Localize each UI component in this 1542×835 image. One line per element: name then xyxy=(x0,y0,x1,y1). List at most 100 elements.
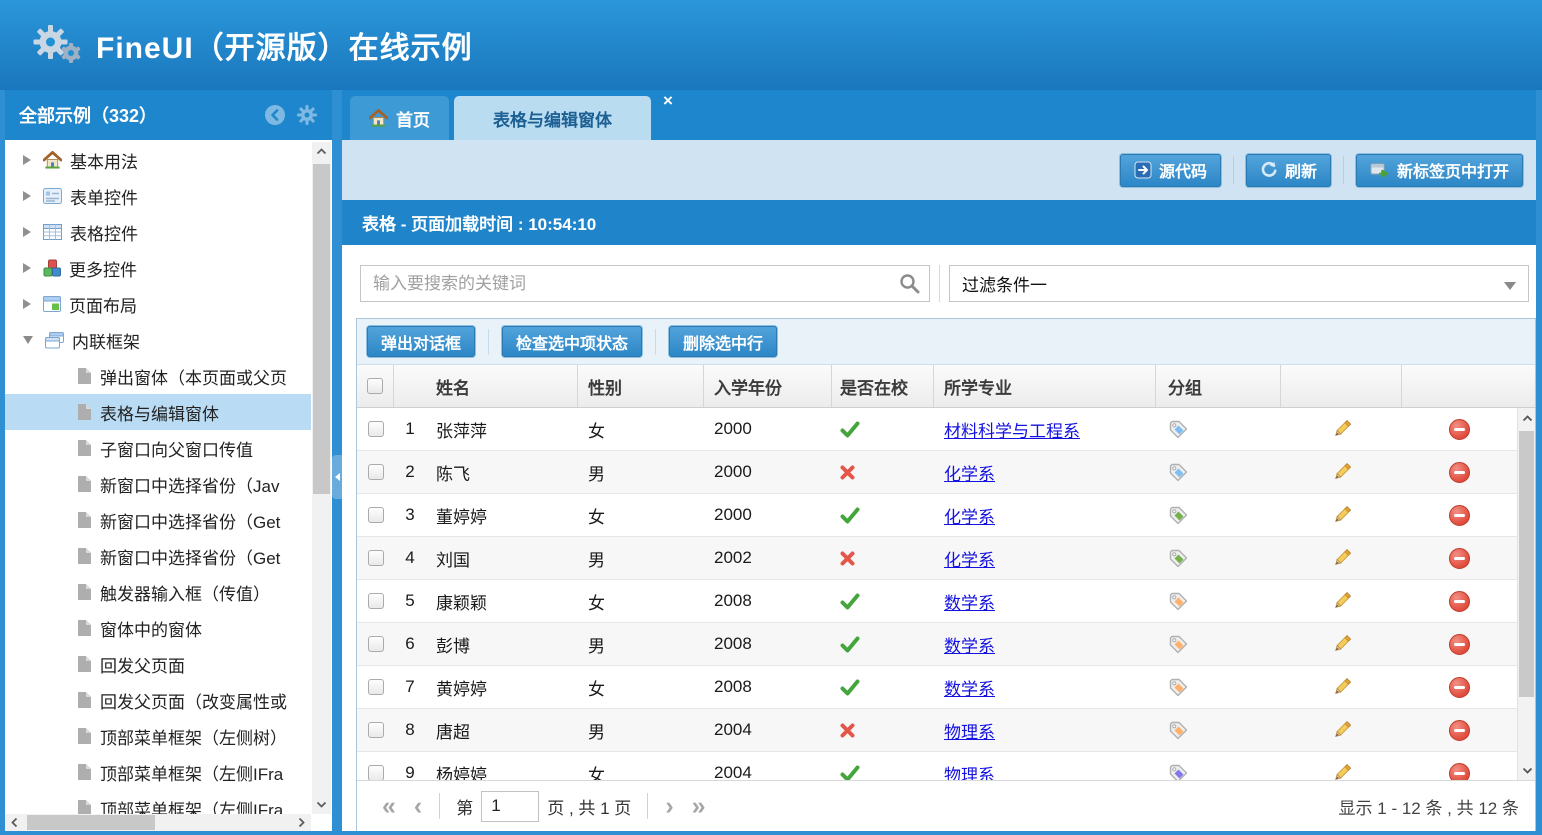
sidebar-tree-item[interactable]: 更多控件 xyxy=(5,250,311,286)
last-page-icon[interactable] xyxy=(692,794,706,819)
sidebar-leaf-item[interactable]: 子窗口向父窗口传值 xyxy=(5,430,311,466)
delete-row-icon[interactable] xyxy=(1449,677,1470,698)
page-number-input[interactable] xyxy=(481,791,539,822)
sidebar-vertical-scrollbar[interactable] xyxy=(312,142,331,814)
major-link[interactable]: 数学系 xyxy=(944,675,995,700)
row-checkbox[interactable] xyxy=(368,722,384,738)
major-link[interactable]: 物理系 xyxy=(944,718,995,743)
major-link[interactable]: 物理系 xyxy=(944,761,995,781)
sidebar-leaf-item[interactable]: 触发器输入框（传值） xyxy=(5,574,311,610)
expander-arrow-icon[interactable] xyxy=(23,299,31,309)
scroll-up-icon[interactable] xyxy=(1518,408,1535,428)
filter-dropdown[interactable]: 过滤条件一 xyxy=(949,265,1529,302)
scroll-left-icon[interactable] xyxy=(5,814,24,831)
sidebar-leaf-item[interactable]: 顶部菜单框架（左侧树） xyxy=(5,718,311,754)
delete-selected-button[interactable]: 删除选中行 xyxy=(668,325,778,358)
refresh-button[interactable]: 刷新 xyxy=(1245,153,1332,188)
sidebar-tree-item[interactable]: 表单控件 xyxy=(5,178,311,214)
row-checkbox[interactable] xyxy=(368,507,384,523)
edit-pencil-icon[interactable] xyxy=(1331,633,1353,655)
sidebar-tree-item[interactable]: 表格控件 xyxy=(5,214,311,250)
tab-home[interactable]: 首页 xyxy=(350,96,449,140)
edit-pencil-icon[interactable] xyxy=(1331,762,1353,780)
expander-arrow-icon[interactable] xyxy=(23,155,31,165)
sidebar-horizontal-scrollbar[interactable] xyxy=(5,814,311,831)
page-suffix: 页 , 共 1 页 xyxy=(547,794,631,819)
open-new-tab-button[interactable]: 新标签页中打开 xyxy=(1355,153,1524,188)
edit-pencil-icon[interactable] xyxy=(1331,676,1353,698)
close-icon[interactable] xyxy=(659,92,677,110)
delete-row-icon[interactable] xyxy=(1449,634,1470,655)
select-all-checkbox[interactable] xyxy=(367,378,383,394)
delete-row-icon[interactable] xyxy=(1449,419,1470,440)
check-icon xyxy=(840,636,860,653)
sidebar-tree-item[interactable]: 基本用法 xyxy=(5,142,311,178)
sidebar-leaf-item[interactable]: 顶部菜单框架（左侧IFra xyxy=(5,754,311,790)
row-checkbox[interactable] xyxy=(368,464,384,480)
row-checkbox[interactable] xyxy=(368,421,384,437)
sidebar-leaf-item[interactable]: 新窗口中选择省份（Get xyxy=(5,538,311,574)
table-vertical-scrollbar[interactable] xyxy=(1517,408,1535,780)
sidebar-tree-item[interactable]: 页面布局 xyxy=(5,286,311,322)
expander-arrow-icon[interactable] xyxy=(23,336,33,344)
at-school-cell xyxy=(832,494,934,536)
major-cell: 化学系 xyxy=(934,494,1156,536)
expander-arrow-icon[interactable] xyxy=(23,191,31,201)
sidebar-leaf-item[interactable]: 新窗口中选择省份（Jav xyxy=(5,466,311,502)
gear-icon[interactable] xyxy=(296,104,318,126)
edit-pencil-icon[interactable] xyxy=(1331,504,1353,526)
scroll-down-icon[interactable] xyxy=(312,795,331,814)
major-link[interactable]: 材料科学与工程系 xyxy=(944,417,1080,442)
search-input[interactable] xyxy=(360,265,930,302)
major-link[interactable]: 化学系 xyxy=(944,503,995,528)
source-code-button[interactable]: 源代码 xyxy=(1119,153,1222,188)
year-cell: 2000 xyxy=(704,451,832,493)
scrollbar-thumb[interactable] xyxy=(1519,431,1534,697)
expander-arrow-icon[interactable] xyxy=(23,227,31,237)
tab-active[interactable]: 表格与编辑窗体 xyxy=(454,96,651,140)
row-checkbox[interactable] xyxy=(368,636,384,652)
row-checkbox[interactable] xyxy=(368,765,384,780)
edit-pencil-icon[interactable] xyxy=(1331,461,1353,483)
major-link[interactable]: 数学系 xyxy=(944,589,995,614)
scrollbar-thumb[interactable] xyxy=(313,164,330,494)
scroll-up-icon[interactable] xyxy=(312,142,331,161)
first-page-icon[interactable] xyxy=(382,794,396,819)
row-checkbox[interactable] xyxy=(368,593,384,609)
sidebar-leaf-item[interactable]: 新窗口中选择省份（Get xyxy=(5,502,311,538)
table-row: 2 陈飞 男 2000 化学系 xyxy=(357,451,1517,494)
sidebar-leaf-item[interactable]: 表格与编辑窗体 xyxy=(5,394,311,430)
delete-row-icon[interactable] xyxy=(1449,462,1470,483)
edit-pencil-icon[interactable] xyxy=(1331,590,1353,612)
edit-pencil-icon[interactable] xyxy=(1331,547,1353,569)
major-link[interactable]: 数学系 xyxy=(944,632,995,657)
next-page-icon[interactable] xyxy=(665,794,673,819)
delete-row-icon[interactable] xyxy=(1449,763,1470,781)
open-dialog-button[interactable]: 弹出对话框 xyxy=(366,325,476,358)
sidebar-leaf-item[interactable]: 回发父页面 xyxy=(5,646,311,682)
sidebar-leaf-item[interactable]: 弹出窗体（本页面或父页 xyxy=(5,358,311,394)
scrollbar-thumb[interactable] xyxy=(27,815,155,830)
delete-row-icon[interactable] xyxy=(1449,720,1470,741)
scroll-right-icon[interactable] xyxy=(292,814,311,831)
check-selected-button[interactable]: 检查选中项状态 xyxy=(501,325,643,358)
delete-row-icon[interactable] xyxy=(1449,505,1470,526)
delete-row-icon[interactable] xyxy=(1449,548,1470,569)
scroll-down-icon[interactable] xyxy=(1518,760,1535,780)
sidebar-leaf-item[interactable]: 回发父页面（改变属性或 xyxy=(5,682,311,718)
row-checkbox[interactable] xyxy=(368,679,384,695)
expander-arrow-icon[interactable] xyxy=(23,263,31,273)
sidebar-tree-item[interactable]: 内联框架 xyxy=(5,322,311,358)
edit-pencil-icon[interactable] xyxy=(1331,418,1353,440)
major-link[interactable]: 化学系 xyxy=(944,546,995,571)
major-link[interactable]: 化学系 xyxy=(944,460,995,485)
sidebar-leaf-item[interactable]: 窗体中的窗体 xyxy=(5,610,311,646)
collapse-sidebar-handle[interactable] xyxy=(332,455,342,499)
search-icon[interactable] xyxy=(899,273,920,299)
prev-page-icon[interactable] xyxy=(414,794,422,819)
edit-pencil-icon[interactable] xyxy=(1331,719,1353,741)
collapse-circle-icon[interactable] xyxy=(264,104,286,126)
delete-row-icon[interactable] xyxy=(1449,591,1470,612)
gender-cell: 男 xyxy=(578,537,704,579)
row-checkbox[interactable] xyxy=(368,550,384,566)
